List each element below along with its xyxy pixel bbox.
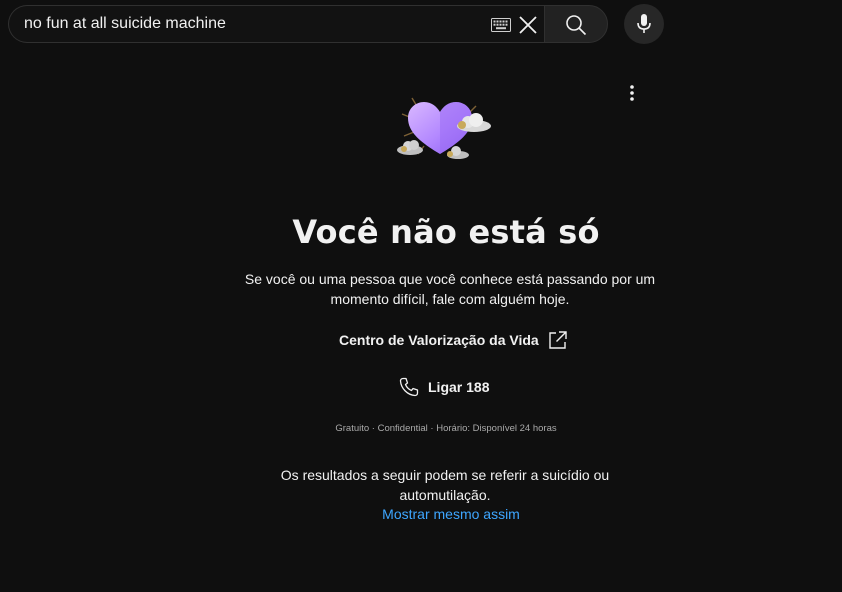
search-button[interactable]: [544, 5, 608, 43]
service-info: Gratuito · Confidential · Horário: Dispo…: [335, 423, 557, 434]
support-description: Se você ou uma pessoa que você conhece e…: [244, 271, 656, 307]
heart-with-clouds-illustration: [397, 97, 491, 159]
more-vertical-icon[interactable]: [620, 80, 644, 106]
show-anyway-link[interactable]: Mostrar mesmo assim: [0, 506, 842, 522]
microphone-icon: [637, 14, 651, 33]
crisis-resource-page: no fun at all suicide machine Você não e…: [0, 0, 842, 592]
phone-icon: [399, 377, 419, 397]
call-label: Ligar 188: [428, 379, 490, 395]
keyboard-icon[interactable]: [491, 18, 511, 32]
call-helpline-button[interactable]: Ligar 188: [398, 376, 489, 398]
helpline-org-link[interactable]: Centro de Valorização da Vida: [339, 330, 568, 350]
results-notice: Os resultados a seguir podem se referir …: [280, 467, 610, 503]
helpline-org-label: Centro de Valorização da Vida: [339, 332, 539, 348]
close-icon[interactable]: [518, 15, 538, 35]
external-link-icon: [549, 331, 567, 349]
voice-search-button[interactable]: [624, 4, 664, 44]
search-input[interactable]: no fun at all suicide machine: [24, 15, 226, 33]
search-icon: [566, 15, 587, 36]
search-box[interactable]: no fun at all suicide machine: [8, 5, 544, 43]
page-title: Você não está só: [292, 213, 600, 251]
